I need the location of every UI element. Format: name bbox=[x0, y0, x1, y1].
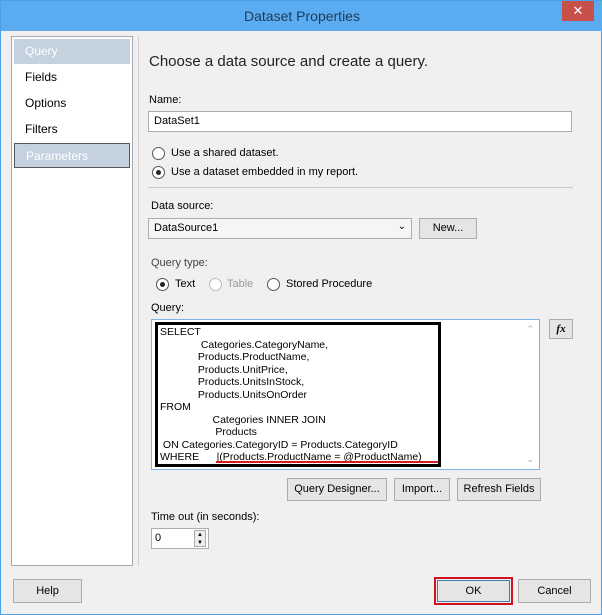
datasource-select[interactable]: DataSource1 ⌄ bbox=[148, 218, 412, 239]
embedded-dataset-label: Use a dataset embedded in my report. bbox=[171, 166, 359, 178]
query-type-text-label: Text bbox=[175, 278, 196, 290]
spinner-arrows-icon[interactable]: ▲ ▼ bbox=[194, 530, 206, 547]
timeout-value: 0 bbox=[155, 532, 162, 544]
close-button[interactable]: ✕ bbox=[562, 1, 594, 21]
datasource-value: DataSource1 bbox=[154, 222, 219, 234]
expression-fx-button[interactable]: fx bbox=[549, 319, 573, 339]
new-datasource-button[interactable]: New... bbox=[419, 218, 477, 239]
highlight-box: SELECT Categories.CategoryName, Products… bbox=[155, 322, 441, 467]
query-type-text-radio[interactable] bbox=[156, 278, 169, 291]
datasource-label: Data source: bbox=[151, 200, 214, 212]
help-button[interactable]: Help bbox=[13, 579, 82, 603]
query-type-stored-procedure-radio[interactable] bbox=[267, 278, 280, 291]
dataset-properties-dialog: Dataset Properties ✕ Query Fields Option… bbox=[0, 0, 602, 615]
name-label: Name: bbox=[149, 94, 182, 106]
sidebar-item-fields[interactable]: Fields bbox=[14, 65, 130, 90]
title-bar: Dataset Properties ✕ bbox=[1, 1, 602, 31]
scroll-down-icon[interactable]: ⌄ bbox=[526, 454, 534, 465]
name-input[interactable]: DataSet1 bbox=[148, 111, 572, 132]
dialog-title: Dataset Properties bbox=[244, 8, 360, 24]
query-textarea[interactable]: SELECT Categories.CategoryName, Products… bbox=[151, 319, 540, 470]
query-text: SELECT Categories.CategoryName, Products… bbox=[160, 326, 422, 463]
query-type-table-label: Table bbox=[227, 278, 254, 290]
querytype-label: Query type: bbox=[151, 257, 208, 269]
timeout-label: Time out (in seconds): bbox=[151, 511, 260, 523]
timeout-spinner[interactable]: 0 ▲ ▼ bbox=[151, 528, 209, 549]
refresh-fields-button[interactable]: Refresh Fields bbox=[457, 478, 541, 501]
cancel-button[interactable]: Cancel bbox=[518, 579, 591, 603]
divider bbox=[148, 187, 573, 188]
sidebar-item-query[interactable]: Query bbox=[14, 39, 130, 64]
query-type-stored-procedure-label: Stored Procedure bbox=[286, 278, 373, 290]
page-heading: Choose a data source and create a query. bbox=[149, 53, 429, 70]
chevron-down-icon: ⌄ bbox=[397, 221, 406, 232]
ok-button[interactable]: OK bbox=[437, 580, 510, 602]
sidebar-item-options[interactable]: Options bbox=[14, 91, 130, 116]
scroll-up-icon[interactable]: ⌃ bbox=[526, 324, 534, 335]
sidebar-item-parameters[interactable]: Parameters bbox=[14, 143, 130, 168]
query-designer-button[interactable]: Query Designer... bbox=[287, 478, 387, 501]
sidebar-nav: Query Fields Options Filters Parameters bbox=[11, 36, 133, 566]
divider bbox=[138, 36, 139, 566]
shared-dataset-label: Use a shared dataset. bbox=[171, 147, 279, 159]
import-button[interactable]: Import... bbox=[394, 478, 450, 501]
query-type-table-radio[interactable] bbox=[209, 278, 222, 291]
embedded-dataset-radio[interactable] bbox=[152, 166, 165, 179]
sidebar-item-filters[interactable]: Filters bbox=[14, 117, 130, 142]
underline-annotation bbox=[216, 461, 438, 463]
query-label: Query: bbox=[151, 302, 185, 314]
shared-dataset-radio[interactable] bbox=[152, 147, 165, 160]
